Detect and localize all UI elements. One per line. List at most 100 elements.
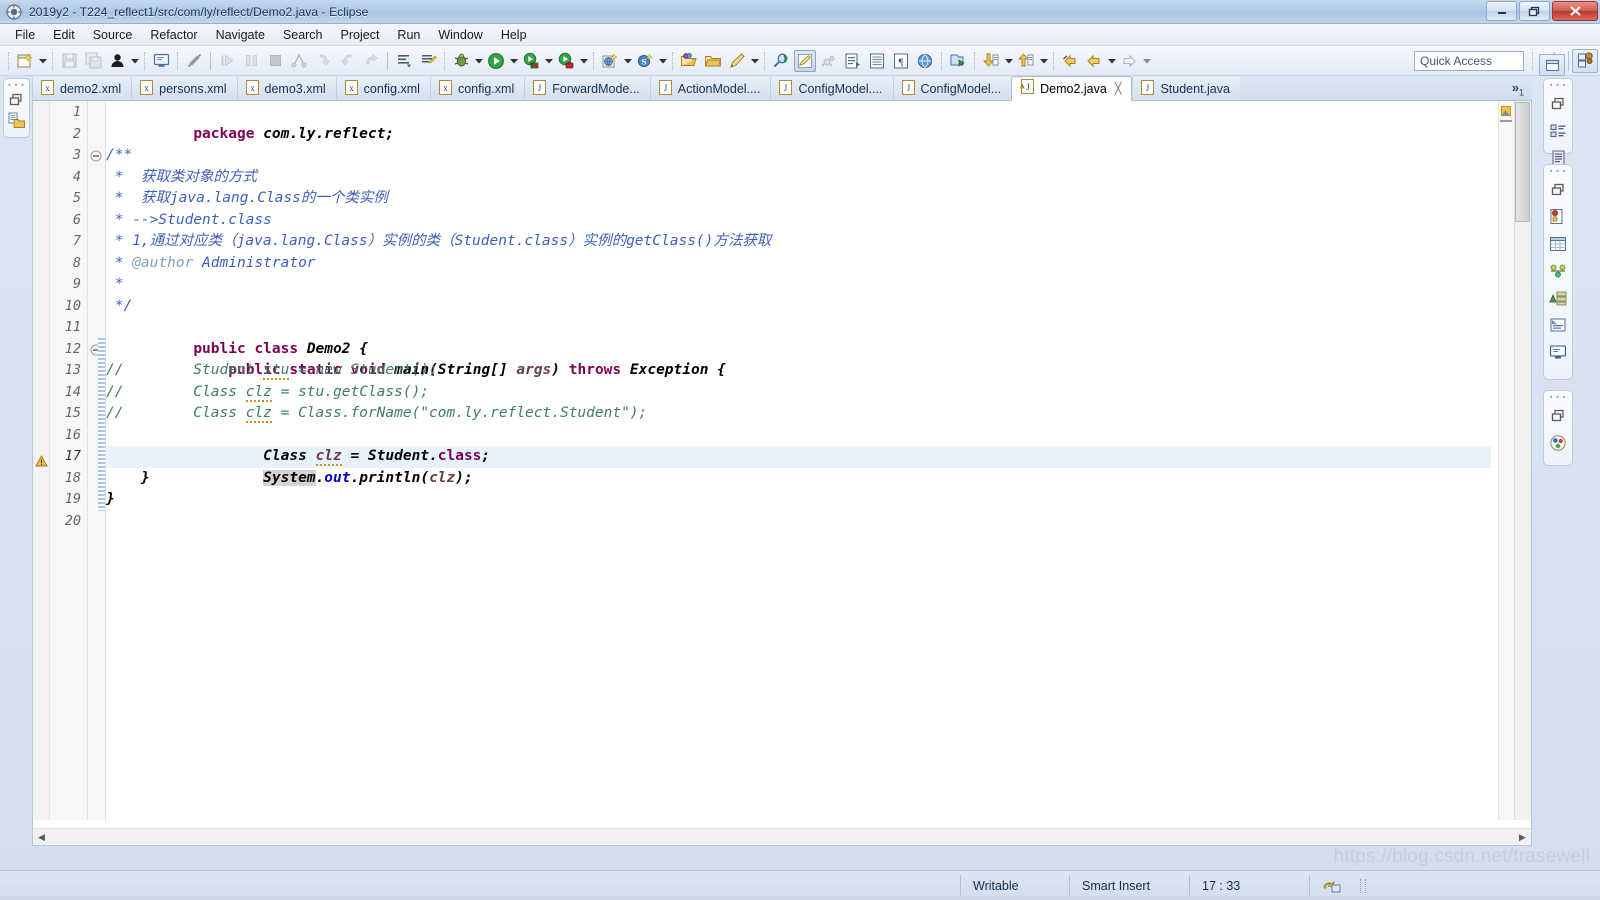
last-edit-location-icon[interactable] (393, 50, 415, 72)
code-editor-text[interactable]: package com.ly.reflect; /** * 获取类对象的方式 *… (106, 101, 1491, 820)
menu-navigate[interactable]: Navigate (207, 26, 274, 44)
open-web-browser-icon[interactable] (914, 50, 936, 72)
run-dropdown-icon[interactable] (508, 50, 519, 72)
overview-ruler[interactable] (1498, 101, 1514, 820)
editor-tab-forwardmodel[interactable]: J ForwardMode... (524, 77, 650, 100)
menu-file[interactable]: File (6, 26, 44, 44)
user-dropdown-icon[interactable] (129, 50, 140, 72)
minimize-button[interactable] (1486, 1, 1517, 21)
resume-icon[interactable] (216, 50, 238, 72)
new-wizard-icon[interactable] (14, 50, 36, 72)
variables-table-icon[interactable] (1544, 230, 1572, 257)
editor-tab-persons-xml[interactable]: x persons.xml (131, 77, 237, 100)
debug-dropdown-icon[interactable] (473, 50, 484, 72)
coverage-dropdown-icon[interactable] (578, 50, 589, 72)
editor-tab-actionmodel[interactable]: J ActionModel.... (649, 77, 771, 100)
show-whitespace-icon[interactable] (866, 50, 888, 72)
horizontal-scrollbar[interactable]: ◀ ▶ (33, 828, 1531, 845)
servers-icon[interactable] (1544, 284, 1572, 311)
restore-button[interactable] (1519, 1, 1550, 21)
run-external-icon[interactable] (520, 50, 542, 72)
status-resize-grip[interactable] (1360, 878, 1366, 893)
expressions-icon[interactable] (1544, 257, 1572, 284)
menu-help[interactable]: Help (492, 26, 536, 44)
menu-source[interactable]: Source (84, 26, 142, 44)
editor-tab-demo3-xml[interactable]: x demo3.xml (236, 77, 336, 100)
folding-gutter[interactable] (88, 101, 106, 820)
debug-icon[interactable] (450, 50, 472, 72)
link-with-editor-icon[interactable] (1310, 875, 1354, 897)
drag-handle-dots[interactable]: ▪ ▪ ▪ (1544, 391, 1572, 402)
next-dropdown-icon[interactable] (1141, 50, 1152, 72)
forward-icon[interactable] (1083, 50, 1105, 72)
step-over-icon[interactable] (336, 50, 358, 72)
java-perspective-icon[interactable] (1572, 48, 1598, 73)
scroll-left-icon[interactable]: ◀ (33, 829, 50, 845)
new-java-project-dropdown-icon[interactable] (622, 50, 633, 72)
open-task-list-icon[interactable] (842, 50, 864, 72)
snippets-icon[interactable] (1544, 311, 1572, 338)
next-annotation-icon[interactable] (417, 50, 439, 72)
vertical-scrollbar[interactable] (1514, 101, 1531, 820)
editor-tab-configmodel-1[interactable]: J ConfigModel.... (770, 77, 893, 100)
close-button[interactable] (1552, 1, 1598, 21)
restore-view-icon[interactable] (1544, 402, 1572, 429)
menu-refactor[interactable]: Refactor (141, 26, 206, 44)
editor-tab-configmodel-2[interactable]: J ConfigModel... (892, 77, 1012, 100)
upload-dropdown-icon[interactable] (1038, 50, 1049, 72)
user-icon[interactable] (106, 50, 128, 72)
open-task-icon[interactable] (702, 50, 724, 72)
next-icon[interactable] (1118, 50, 1140, 72)
menu-search[interactable]: Search (274, 26, 332, 44)
restore-view-icon[interactable] (4, 90, 29, 110)
run-external-dropdown-icon[interactable] (543, 50, 554, 72)
step-into-icon[interactable] (312, 50, 334, 72)
vertical-scrollbar-thumb[interactable] (1515, 102, 1530, 222)
block-selection-icon[interactable]: ¶ (890, 50, 912, 72)
save-icon[interactable] (58, 50, 80, 72)
menu-window[interactable]: Window (429, 26, 491, 44)
editor-tab-config-xml-2[interactable]: x config.xml (429, 77, 525, 100)
restore-view-icon[interactable] (1544, 176, 1572, 203)
menu-run[interactable]: Run (388, 26, 429, 44)
editor-tab-demo2-java[interactable]: J Demo2.java ╳ (1011, 76, 1133, 101)
terminate-icon[interactable] (264, 50, 286, 72)
open-type-icon[interactable] (678, 50, 700, 72)
drag-handle-dots[interactable]: ▪ ▪ ▪ (4, 79, 29, 90)
overview-collapse-icon[interactable] (1500, 104, 1511, 122)
suspend-icon[interactable] (240, 50, 262, 72)
back-icon[interactable] (1059, 50, 1081, 72)
coverage-icon[interactable] (555, 50, 577, 72)
progress-icon[interactable] (1544, 429, 1572, 456)
console-icon[interactable] (150, 50, 172, 72)
breakpoints-icon[interactable] (1544, 203, 1572, 230)
search-icon[interactable] (770, 50, 792, 72)
skip-breakpoints-icon[interactable] (183, 50, 205, 72)
menu-edit[interactable]: Edit (44, 26, 84, 44)
outline-icon[interactable] (1544, 117, 1572, 144)
editor-tab-student-java[interactable]: J Student.java (1132, 77, 1240, 100)
new-java-project-icon[interactable] (599, 50, 621, 72)
forward-dropdown-icon[interactable] (1106, 50, 1117, 72)
disconnect-icon[interactable] (288, 50, 310, 72)
new-dropdown-icon[interactable] (37, 50, 48, 72)
menu-project[interactable]: Project (332, 26, 389, 44)
scroll-right-icon[interactable]: ▶ (1514, 829, 1531, 845)
drag-handle-dots[interactable]: ▪ ▪ ▪ (1544, 79, 1572, 90)
console-view-icon[interactable] (1544, 338, 1572, 365)
toggle-ant-icon[interactable] (818, 50, 840, 72)
deploy-icon[interactable] (947, 50, 969, 72)
new-spring-dropdown-icon[interactable] (657, 50, 668, 72)
step-return-icon[interactable] (360, 50, 382, 72)
new-spring-icon[interactable]: S (634, 50, 656, 72)
restore-view-icon[interactable] (1544, 90, 1572, 117)
upload-icon[interactable] (1015, 50, 1037, 72)
quick-access-input[interactable]: Quick Access (1414, 50, 1524, 71)
editor-tab-demo2-xml[interactable]: x demo2.xml (32, 77, 132, 100)
fold-toggle-javadoc[interactable] (90, 149, 102, 167)
more-tabs-button[interactable]: »1 (1508, 80, 1532, 100)
run-icon[interactable] (485, 50, 507, 72)
save-all-icon[interactable] (82, 50, 104, 72)
restore-editor-icon[interactable] (1539, 54, 1565, 76)
toggle-markoccurrence-icon[interactable] (794, 49, 816, 72)
